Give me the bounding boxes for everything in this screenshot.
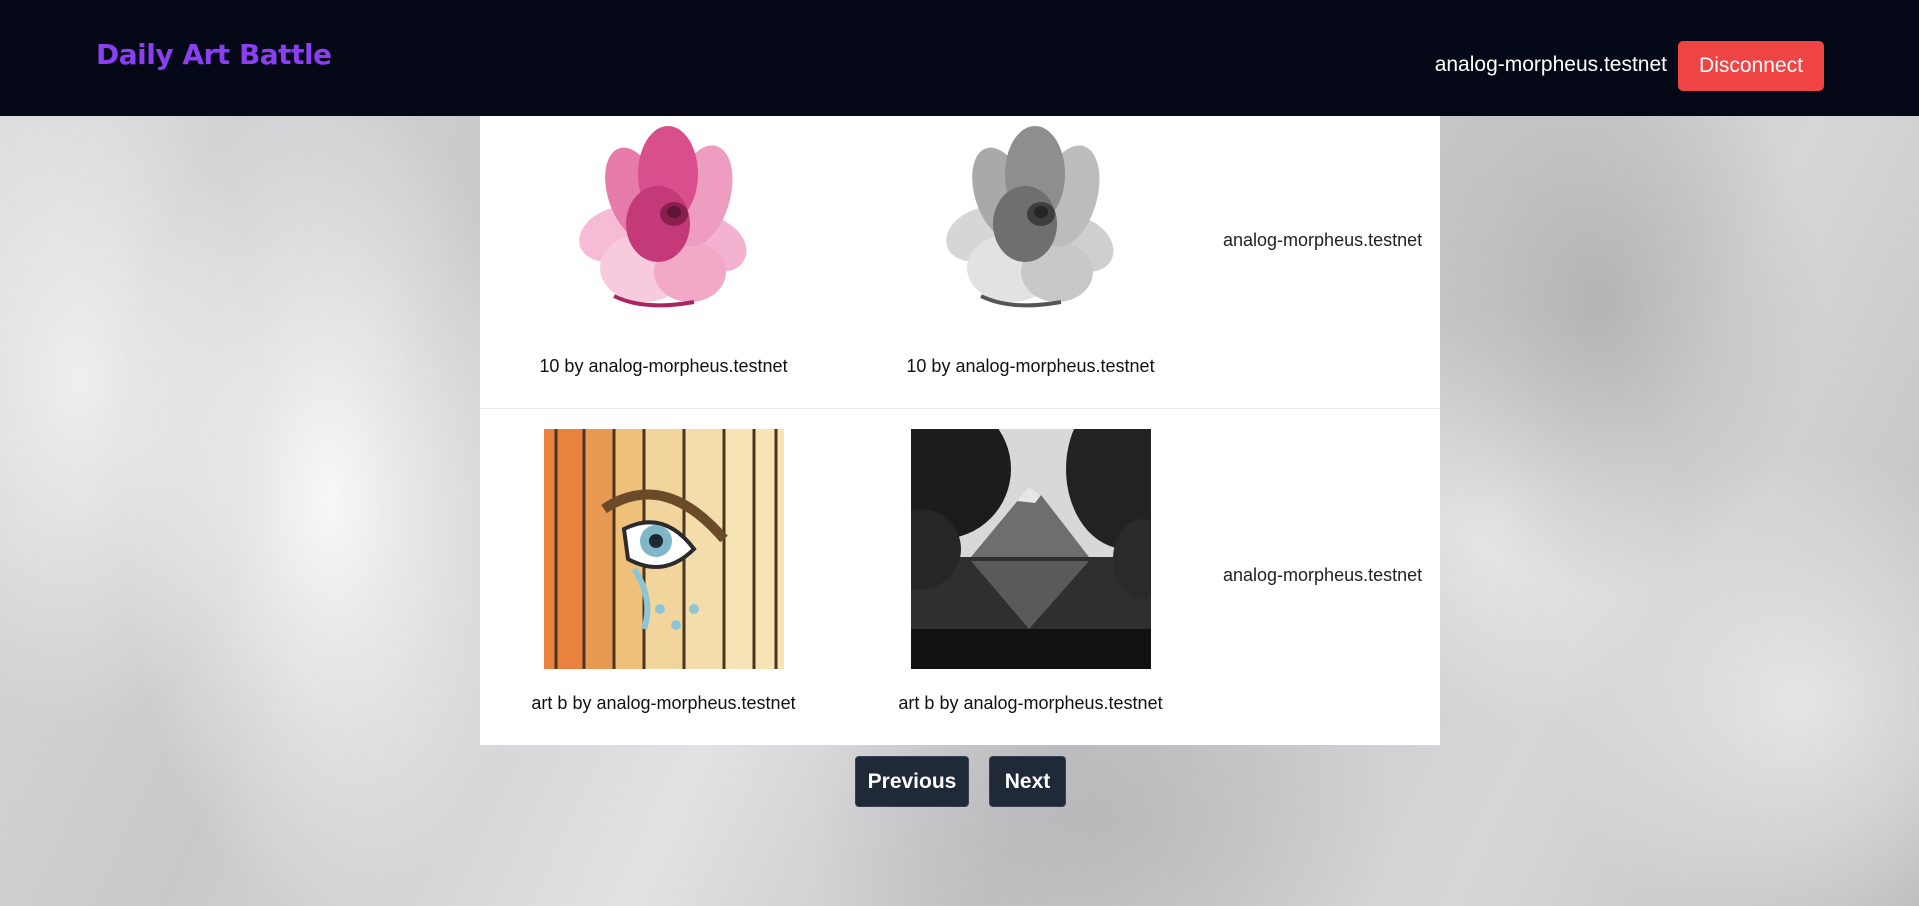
art-caption: art b by analog-morpheus.testnet bbox=[898, 693, 1163, 713]
battle-owner: analog-morpheus.testnet bbox=[1223, 230, 1423, 250]
battle-row: 10 by analog-morpheus.testnet 10 by anal… bbox=[480, 116, 1440, 409]
art-caption: 10 by analog-morpheus.testnet bbox=[906, 356, 1155, 376]
art-caption: art b by analog-morpheus.testnet bbox=[531, 693, 796, 713]
painted-eye-fence-image[interactable] bbox=[544, 429, 784, 669]
account-id: analog-morpheus.testnet bbox=[1434, 53, 1667, 76]
disconnect-button[interactable]: Disconnect bbox=[1678, 41, 1824, 91]
battle-owner: analog-morpheus.testnet bbox=[1223, 565, 1423, 585]
top-navbar: Daily Art Battle analog-morpheus.testnet… bbox=[0, 0, 1919, 116]
art-caption: 10 by analog-morpheus.testnet bbox=[539, 356, 788, 376]
next-page-button[interactable]: Next bbox=[989, 756, 1066, 807]
battle-row: art b by analog-morpheus.testnet art b b… bbox=[480, 409, 1440, 745]
battles-table: 10 by analog-morpheus.testnet 10 by anal… bbox=[480, 116, 1440, 745]
previous-page-button[interactable]: Previous bbox=[855, 756, 969, 807]
grayscale-mountain-lake-image[interactable] bbox=[911, 429, 1151, 669]
brand-logo[interactable]: Daily Art Battle bbox=[96, 38, 332, 71]
grayscale-magnolia-image[interactable] bbox=[911, 116, 1151, 322]
pink-magnolia-image[interactable] bbox=[544, 116, 784, 322]
